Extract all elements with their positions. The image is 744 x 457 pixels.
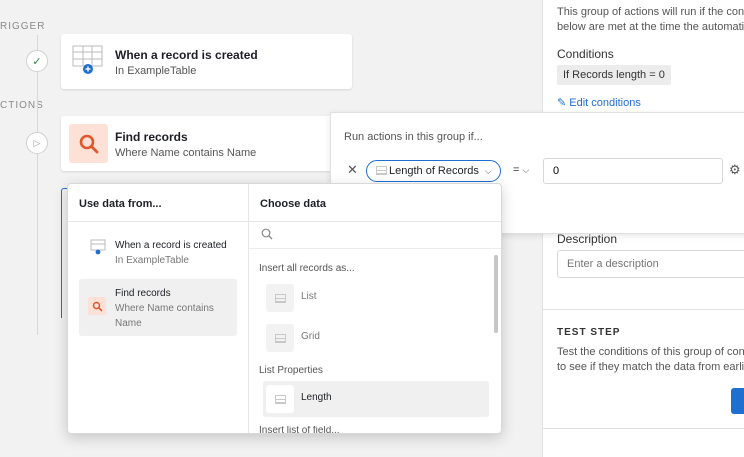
conditions-heading: Conditions	[557, 47, 614, 61]
use-data-from-heading: Use data from...	[68, 184, 248, 222]
insert-as-grid[interactable]: Grid	[263, 320, 489, 356]
search-icon	[69, 124, 108, 163]
test-button[interactable]	[731, 388, 744, 414]
length-property[interactable]: Length	[263, 381, 489, 417]
field-list-icon	[376, 166, 387, 175]
remove-condition-icon[interactable]: ✕	[347, 162, 358, 178]
trigger-card[interactable]: When a record is created In ExampleTable	[61, 34, 352, 89]
list-icon	[266, 284, 294, 312]
trigger-section-label: RIGGER	[0, 21, 46, 32]
description-label: Description	[557, 232, 618, 246]
choose-data-heading: Choose data	[249, 184, 501, 222]
field-pill-label: Length of Records	[389, 165, 479, 177]
source-find-subtitle-2: Name	[115, 318, 142, 329]
condition-summary: If Records length = 0	[557, 65, 671, 85]
source-trigger[interactable]: When a record is created In ExampleTable	[79, 233, 237, 269]
truncated-section-label: Insert list of field...	[259, 426, 340, 434]
list-properties-label: List Properties	[259, 365, 323, 376]
insert-as-list-label: List	[301, 291, 317, 302]
table-icon	[72, 45, 103, 74]
condition-value-input[interactable]	[543, 158, 723, 184]
intro-text-1: This group of actions will run if the co…	[557, 6, 744, 18]
test-step-text-2: to see if they match the data from earli	[557, 361, 744, 373]
test-step-heading: TEST STEP	[557, 327, 621, 338]
panel-divider-bottom	[543, 428, 744, 429]
gear-icon[interactable]: ⚙	[729, 162, 741, 178]
search-icon	[88, 297, 106, 315]
test-step-text-1: Test the conditions of this group of con	[557, 346, 744, 358]
number-icon	[266, 385, 294, 413]
edit-conditions-label: Edit conditions	[569, 97, 641, 109]
field-pill[interactable]: Length of Records ⌵	[366, 160, 501, 182]
insert-as-list[interactable]: List	[263, 280, 489, 316]
table-icon	[90, 239, 106, 258]
find-records-card[interactable]: Find records Where Name contains Name	[61, 116, 352, 171]
trigger-card-subtitle: In ExampleTable	[115, 65, 197, 77]
data-search-input[interactable]	[249, 222, 501, 249]
panel-divider	[543, 309, 744, 310]
operator-label: =	[513, 164, 520, 176]
trigger-card-title: When a record is created	[115, 48, 258, 62]
data-picker-popover: Use data from... Choose data When a reco…	[67, 183, 502, 434]
scrollbar[interactable]	[494, 255, 498, 333]
flow-line	[37, 35, 38, 335]
source-find-records[interactable]: Find records Where Name contains Name	[79, 279, 237, 336]
length-property-label: Length	[301, 392, 332, 403]
grid-icon	[266, 324, 294, 352]
edit-conditions-link[interactable]: ✎ Edit conditions	[557, 96, 641, 109]
pencil-icon: ✎	[557, 97, 567, 109]
find-card-subtitle: Where Name contains Name	[115, 147, 257, 159]
play-icon: ▷	[26, 132, 48, 154]
source-find-subtitle-1: Where Name contains	[115, 303, 214, 314]
insert-section-label: Insert all records as...	[259, 263, 355, 274]
intro-text-2: below are met at the time the automati	[557, 21, 744, 33]
insert-as-grid-label: Grid	[301, 331, 320, 342]
source-trigger-title: When a record is created	[115, 240, 227, 251]
find-card-title: Find records	[115, 130, 188, 144]
operator-select[interactable]: = ⌵	[513, 164, 529, 176]
chevron-down-icon: ⌵	[484, 165, 492, 176]
operator-chevron-icon: ⌵	[522, 165, 530, 175]
condition-editor-heading: Run actions in this group if...	[344, 131, 483, 143]
choose-data-list: Insert all records as... List Grid List …	[249, 250, 499, 434]
source-find-title: Find records	[115, 288, 171, 299]
description-input[interactable]	[557, 250, 744, 278]
check-icon: ✓	[26, 50, 48, 72]
search-icon	[261, 228, 273, 243]
source-trigger-subtitle: In ExampleTable	[115, 255, 189, 266]
